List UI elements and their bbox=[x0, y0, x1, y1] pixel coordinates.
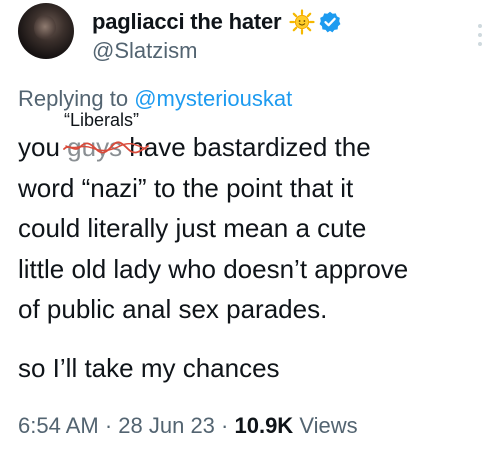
tweet-metadata: 6:54 AM · 28 Jun 23 · 10.9K Views bbox=[18, 413, 358, 438]
more-options-icon[interactable] bbox=[478, 24, 484, 46]
handwritten-annotation: “Liberals” bbox=[64, 110, 140, 130]
reply-context: Replying to @mysteriouskat bbox=[18, 86, 292, 112]
author-name-row: pagliacci the hater bbox=[92, 8, 341, 36]
display-name[interactable]: pagliacci the hater bbox=[92, 9, 282, 35]
tweet-date[interactable]: 28 Jun 23 bbox=[118, 413, 215, 438]
verified-badge-icon[interactable] bbox=[319, 11, 341, 33]
tweet-paragraph-2: so I’ll take my chances bbox=[18, 353, 280, 383]
reply-prefix: Replying to bbox=[18, 86, 129, 111]
avatar[interactable] bbox=[18, 3, 74, 59]
tweet-line: could literally just mean a cute bbox=[18, 213, 367, 243]
sun-emoji-icon bbox=[289, 9, 315, 35]
scribble-strikethrough bbox=[63, 141, 149, 154]
tweet-body: you guys have bastardized the word “nazi… bbox=[18, 127, 488, 330]
tweet-line: little old lady who doesn’t approve bbox=[18, 253, 409, 284]
tweet-time[interactable]: 6:54 AM bbox=[18, 413, 99, 438]
views-label: Views bbox=[293, 413, 358, 438]
author-handle[interactable]: @Slatzism bbox=[92, 38, 197, 64]
tweet-line: of public anal sex parades. bbox=[18, 294, 328, 324]
tweet-line: word “nazi” to the point that it bbox=[18, 172, 354, 203]
views-count: 10.9K bbox=[234, 413, 294, 438]
reply-to-user-link[interactable]: @mysteriouskat bbox=[134, 86, 292, 111]
